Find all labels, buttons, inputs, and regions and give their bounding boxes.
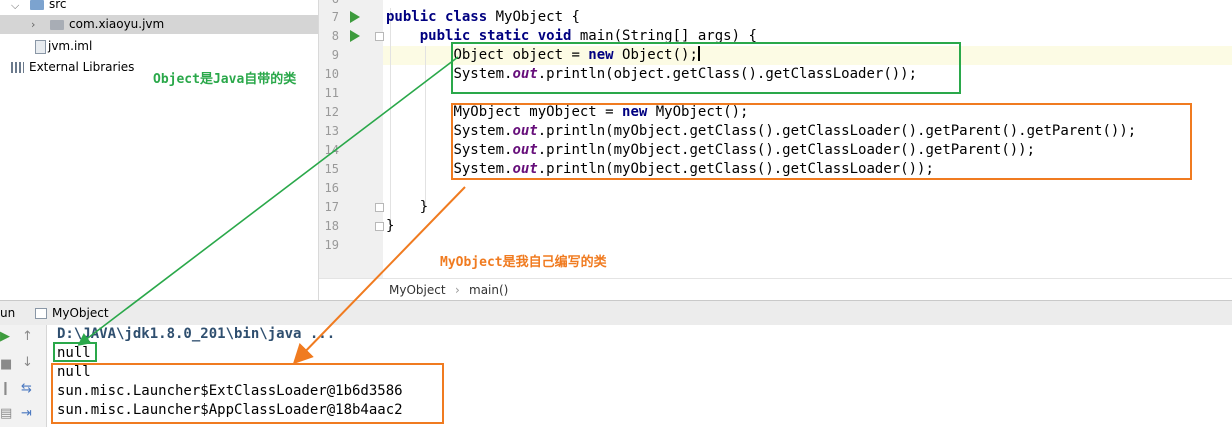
annotation-arrows — [77, 56, 466, 365]
annotation-arrow-green — [77, 56, 459, 346]
annotation-arrow-orange — [292, 186, 466, 365]
